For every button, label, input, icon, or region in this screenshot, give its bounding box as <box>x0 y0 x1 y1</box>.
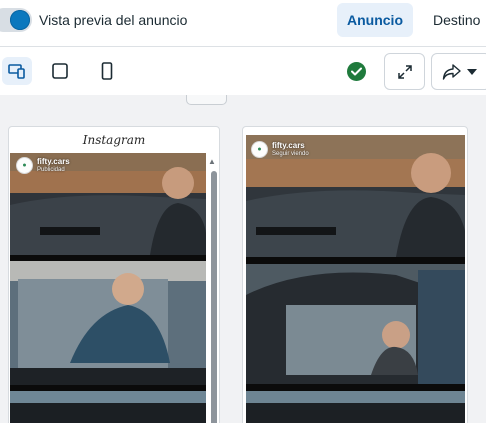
account-avatar: ● <box>16 157 33 174</box>
view-all-placements-button[interactable] <box>2 57 32 85</box>
sponsored-label: Publicidad <box>37 167 65 173</box>
share-button[interactable] <box>431 53 486 90</box>
toggle-knob <box>10 10 30 30</box>
ad-media[interactable]: ● fifty.cars Publicidad <box>10 153 206 423</box>
expand-icon <box>397 64 412 79</box>
ad-photo <box>10 153 206 423</box>
ad-preview-toggle-label: Vista previa del anuncio <box>39 12 188 28</box>
story-account-name: fifty.cars <box>272 141 305 150</box>
account-header: ● fifty.cars Publicidad <box>16 157 70 174</box>
ad-preview-toggle[interactable] <box>0 8 32 32</box>
phone-icon <box>101 62 113 80</box>
story-media[interactable]: ● fifty.cars Seguir viendo <box>246 135 465 423</box>
top-bar: Vista previa del anuncio Anuncio Destino <box>0 0 486 46</box>
collapse-handle[interactable] <box>186 95 227 105</box>
instagram-feed-preview: Instagram ● fifty.cars Publicidad ▲ <box>8 126 220 423</box>
chevron-down-icon <box>467 68 477 75</box>
instagram-logo: Instagram <box>82 133 146 147</box>
desktop-mobile-icon <box>8 64 25 79</box>
scrollbar[interactable] <box>211 171 217 423</box>
scroll-up-arrow-icon[interactable]: ▲ <box>208 157 216 166</box>
story-subtitle: Seguir viendo <box>272 151 309 157</box>
share-icon <box>442 63 461 80</box>
view-story-button[interactable] <box>92 57 122 85</box>
tab-destino[interactable]: Destino <box>433 12 480 28</box>
checkmark-circle-icon <box>347 62 366 81</box>
tab-anuncio[interactable]: Anuncio <box>337 3 413 37</box>
view-feed-button[interactable] <box>45 57 75 85</box>
story-account-header: ● fifty.cars Seguir viendo <box>251 141 309 158</box>
expand-button[interactable] <box>384 53 425 90</box>
story-account-avatar: ● <box>251 141 268 158</box>
preview-area: Instagram ● fifty.cars Publicidad ▲ ● fi… <box>0 95 486 423</box>
story-preview: ● fifty.cars Seguir viendo <box>242 126 468 423</box>
square-icon <box>52 63 68 79</box>
account-name: fifty.cars <box>37 157 70 166</box>
story-photo <box>246 135 465 423</box>
